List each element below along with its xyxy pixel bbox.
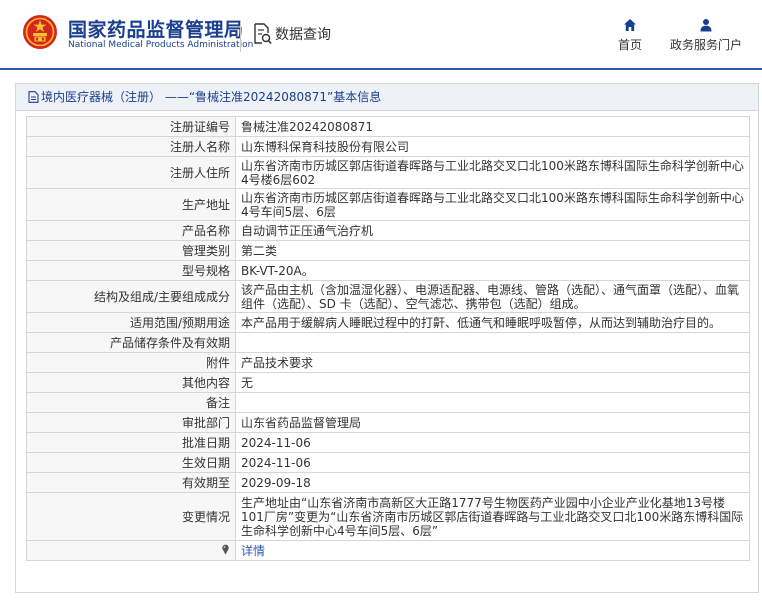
field-value: 山东省济南市历城区郭店街道春晖路与工业北路交叉口北100米路东博科国际生命科学创… — [235, 188, 750, 221]
field-label: 审批部门 — [26, 412, 236, 433]
home-icon — [624, 19, 636, 31]
field-label: 适用范围/预期用途 — [26, 312, 236, 333]
device-info-table: 注册证编号 鲁械注准20242080871 注册人名称 山东博科保育科技股份有限公司… — [26, 116, 750, 561]
nav-home-label: 首页 — [617, 38, 642, 52]
table-row: 产品储存条件及有效期 — [26, 332, 750, 353]
field-value: BK-VT-20A。 — [235, 260, 750, 281]
field-value: 山东博科保育科技股份有限公司 — [235, 136, 750, 157]
table-row: 生效日期 2024-11-06 — [26, 452, 750, 473]
nav-gov-service[interactable]: 政务服务门户 — [668, 18, 744, 53]
section-title: 数据查询 — [275, 27, 331, 43]
field-label: 结构及组成/主要组成成分 — [26, 280, 236, 313]
field-value: 山东省药品监督管理局 — [235, 412, 750, 433]
table-row: 结构及组成/主要组成成分 该产品由主机（含加温湿化器）、电源适配器、电源线、管路（… — [26, 280, 750, 313]
table-row: 注册证编号 鲁械注准20242080871 — [26, 116, 750, 137]
field-value: 2029-09-18 — [235, 472, 750, 493]
field-label: 附件 — [26, 352, 236, 373]
field-value: 鲁械注准20242080871 — [235, 116, 750, 137]
field-label — [26, 540, 236, 561]
field-label: 管理类别 — [26, 240, 236, 261]
field-value: 2024-11-06 — [235, 432, 750, 453]
field-value: 详情 — [235, 540, 750, 561]
document-search-icon — [254, 23, 272, 45]
national-emblem-icon — [23, 15, 57, 49]
panel-title-bar: 境内医疗器械（注册） ——“鲁械注准20242080871”基本信息 — [16, 84, 758, 111]
field-value: 第二类 — [235, 240, 750, 261]
field-value: 山东省济南市历城区郭店街道春晖路与工业北路交叉口北100米路东博科国际生命科学创… — [235, 156, 750, 189]
field-label: 生产地址 — [26, 188, 236, 221]
field-value: 生产地址由“山东省济南市高新区大正路1777号生物医药产业园中小企业产业化基地1… — [235, 492, 750, 541]
field-label: 产品名称 — [26, 220, 236, 241]
field-value — [235, 332, 750, 353]
table-row: 型号规格 BK-VT-20A。 — [26, 260, 750, 281]
table-row: 批准日期 2024-11-06 — [26, 432, 750, 453]
field-value: 产品技术要求 — [235, 352, 750, 373]
table-row: 生产地址 山东省济南市历城区郭店街道春晖路与工业北路交叉口北100米路东博科国际生… — [26, 188, 750, 221]
nav-gov-service-label: 政务服务门户 — [669, 38, 742, 52]
table-row: 产品名称 自动调节正压通气治疗机 — [26, 220, 750, 241]
field-value: 无 — [235, 372, 750, 393]
details-link[interactable]: 详情 — [241, 544, 265, 558]
table-row: 附件 产品技术要求 — [26, 352, 750, 373]
field-label: 产品储存条件及有效期 — [26, 332, 236, 353]
site-name-en: National Medical Products Administration — [68, 40, 254, 50]
header-divider — [240, 22, 241, 52]
field-label: 备注 — [26, 392, 236, 413]
field-label: 型号规格 — [26, 260, 236, 281]
document-icon — [28, 91, 39, 103]
header-accent-line — [0, 68, 762, 70]
user-icon — [700, 19, 712, 32]
field-value: 该产品由主机（含加温湿化器）、电源适配器、电源线、管路（选配）、通气面罩（选配）… — [235, 280, 750, 313]
table-row: 其他内容无 — [26, 372, 750, 393]
table-row: 审批部门 山东省药品监督管理局 — [26, 412, 750, 433]
table-row: 详情 — [26, 540, 750, 561]
table-row: 适用范围/预期用途 本产品用于缓解病人睡眠过程中的打鼾、低通气和睡眠呼吸暂停，从而… — [26, 312, 750, 333]
table-row: 注册人住所 山东省济南市历城区郭店街道春晖路与工业北路交叉口北100米路东博科国际… — [26, 156, 750, 189]
pin-icon — [222, 544, 229, 554]
field-label: 注册证编号 — [26, 116, 236, 137]
panel-title: 境内医疗器械（注册） ——“鲁械注准20242080871”基本信息 — [41, 90, 382, 104]
table-row: 注册人名称 山东博科保育科技股份有限公司 — [26, 136, 750, 157]
field-label: 注册人住所 — [26, 156, 236, 189]
site-name-cn[interactable]: 国家药品监督管理局 — [68, 15, 244, 42]
nav-home[interactable]: 首页 — [614, 18, 646, 53]
field-label: 其他内容 — [26, 372, 236, 393]
field-value: 2024-11-06 — [235, 452, 750, 473]
field-value — [235, 392, 750, 413]
field-label: 批准日期 — [26, 432, 236, 453]
table-row: 备注 — [26, 392, 750, 413]
table-row: 变更情况 生产地址由“山东省济南市高新区大正路1777号生物医药产业园中小企业产业… — [26, 492, 750, 541]
field-label: 变更情况 — [26, 492, 236, 541]
site-header: 国家药品监督管理局 National Medical Products Admi… — [0, 0, 762, 70]
table-row: 有效期至 2029-09-18 — [26, 472, 750, 493]
detail-panel: 境内医疗器械（注册） ——“鲁械注准20242080871”基本信息 注册证编号… — [15, 83, 759, 593]
table-row: 管理类别 第二类 — [26, 240, 750, 261]
field-label: 生效日期 — [26, 452, 236, 473]
field-label: 注册人名称 — [26, 136, 236, 157]
field-label: 有效期至 — [26, 472, 236, 493]
field-value: 本产品用于缓解病人睡眠过程中的打鼾、低通气和睡眠呼吸暂停，从而达到辅助治疗目的。 — [235, 312, 750, 333]
field-value: 自动调节正压通气治疗机 — [235, 220, 750, 241]
